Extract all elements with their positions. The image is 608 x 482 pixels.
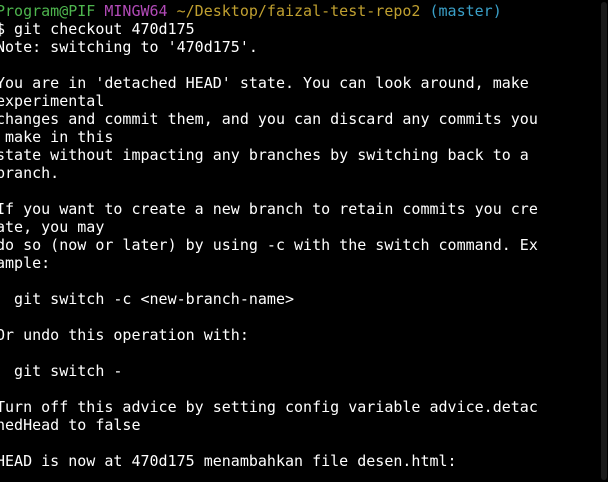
prompt-line: Program@PIF MINGW64 ~/Desktop/faizal-tes… [0, 2, 502, 20]
output-line: ample: [0, 254, 51, 272]
output-line: branch. [0, 164, 60, 182]
output-line: experimental [0, 92, 105, 110]
output-line: Note: switching to '470d175'. [0, 38, 258, 56]
command-line: $ git checkout 470d175 [0, 20, 195, 38]
prompt-env: MINGW64 [104, 2, 168, 20]
output-line: do so (now or later) by using -c with th… [0, 236, 538, 254]
output-line: If you want to create a new branch to re… [0, 200, 538, 218]
output-line: ate, you may [0, 218, 105, 236]
output-line: Turn off this advice by setting config v… [0, 398, 538, 416]
output-line: Or undo this operation with: [0, 326, 249, 344]
terminal-window[interactable]: Program@PIF MINGW64 ~/Desktop/faizal-tes… [0, 0, 608, 482]
output-line: hedHead to false [0, 416, 141, 434]
prompt-path: ~/Desktop/faizal-test-repo2 [176, 2, 421, 20]
output-line: changes and commit them, and you can dis… [0, 110, 538, 128]
output-line: git switch - [0, 362, 123, 380]
output-line: You are in 'detached HEAD' state. You ca… [0, 74, 529, 92]
scrollbar[interactable] [600, 0, 608, 482]
output-line: git switch -c <new-branch-name> [0, 290, 295, 308]
output-line: state without impacting any branches by … [0, 146, 529, 164]
output-line: make in this [0, 128, 114, 146]
scrollbar-thumb[interactable] [601, 2, 607, 480]
prompt-user-host: Program@PIF [0, 2, 96, 20]
prompt-branch: (master) [429, 2, 502, 20]
output-line: HEAD is now at 470d175 menambahkan file … [0, 452, 457, 470]
